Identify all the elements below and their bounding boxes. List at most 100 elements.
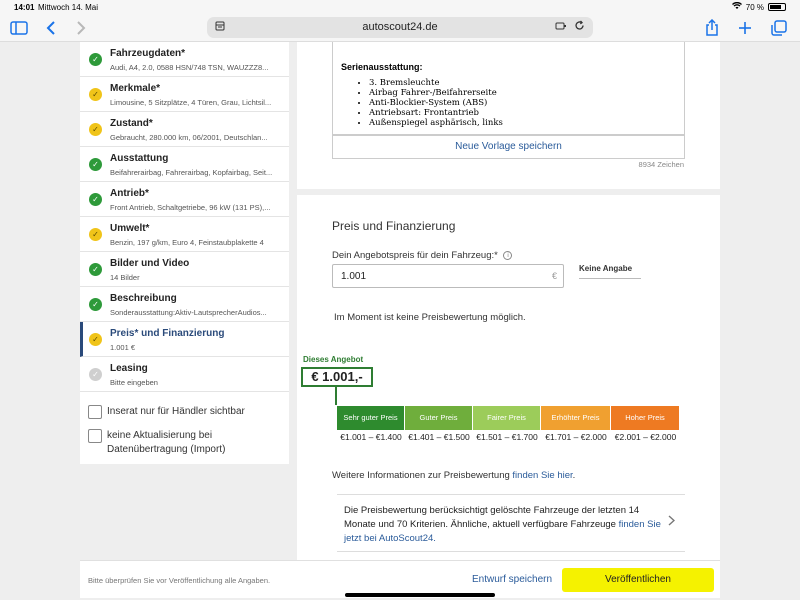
- char-count: 8934 Zeichen: [638, 160, 684, 169]
- check-icon: ✓: [89, 193, 102, 206]
- feature-list: 3. Bremsleuchte Airbag Fahrer-/Beifahrer…: [341, 78, 676, 128]
- price-label: Dein Angebotspreis für dein Fahrzeug:* i: [332, 250, 513, 261]
- rating-note[interactable]: Die Preisbewertung berücksichtigt gelösc…: [337, 494, 685, 552]
- date: Mittwoch 14. Mai: [38, 3, 99, 12]
- step-summary: Audi, A4, 2.0, 0588 HSN/748 TSN, WAUZZZ8…: [110, 63, 269, 72]
- sidebar-icon[interactable]: [10, 18, 28, 38]
- description-editor[interactable]: Serienausstattung: 3. Bremsleuchte Airba…: [332, 42, 685, 135]
- step-summary: Bitte eingeben: [110, 378, 158, 387]
- no-update-option[interactable]: keine Aktualisierung bei Datenübertragun…: [88, 429, 287, 457]
- offer-marker-line: [335, 387, 337, 405]
- price-input[interactable]: 1.001 €: [332, 264, 564, 288]
- step-merkmale[interactable]: ✓ Merkmale* Limousine, 5 Sitzplätze, 4 T…: [80, 77, 289, 112]
- step-title: Bilder und Video: [110, 258, 190, 269]
- step-title: Beschreibung: [110, 293, 177, 304]
- currency-symbol: €: [551, 271, 557, 281]
- clock: 14:01: [14, 3, 35, 12]
- check-icon: ✓: [89, 53, 102, 66]
- rating-note-body: Die Preisbewertung berücksichtigt gelösc…: [344, 505, 640, 530]
- step-summary: Benzin, 197 g/km, Euro 4, Feinstaubplake…: [110, 238, 264, 247]
- reload-icon[interactable]: [574, 20, 585, 34]
- step-summary: Gebraucht, 280.000 km, 06/2001, Deutschl…: [110, 133, 268, 142]
- back-icon[interactable]: [46, 18, 56, 38]
- step-fahrzeugdaten[interactable]: ✓ Fahrzeugdaten* Audi, A4, 2.0, 0588 HSN…: [80, 42, 289, 77]
- step-ausstattung[interactable]: ✓ Ausstattung Beifahrerairbag, Fahrerair…: [80, 147, 289, 182]
- check-icon: ✓: [89, 333, 102, 346]
- check-icon: ✓: [89, 158, 102, 171]
- check-icon: ✓: [89, 228, 102, 241]
- step-bilder-video[interactable]: ✓ Bilder und Video 14 Bilder: [80, 252, 289, 287]
- check-icon: ✓: [89, 88, 102, 101]
- browser-toolbar: autoscout24.de: [0, 14, 800, 42]
- rating-bar: Fairer Preis: [473, 406, 541, 430]
- offer-label: Dieses Angebot: [303, 355, 364, 364]
- wifi-icon: [731, 1, 742, 12]
- step-title: Ausstattung: [110, 153, 169, 164]
- battery-percent: 70 %: [745, 2, 764, 12]
- no-update-checkbox[interactable]: [88, 429, 102, 443]
- step-beschreibung[interactable]: ✓ Beschreibung Sonderausstattung:Aktiv-L…: [80, 287, 289, 322]
- step-navigation: ✓ Fahrzeugdaten* Audi, A4, 2.0, 0588 HSN…: [80, 42, 289, 464]
- dealer-only-label: Inserat nur für Händler sichtbar: [107, 406, 245, 417]
- url-text: autoscout24.de: [362, 21, 438, 33]
- step-title: Umwelt*: [110, 223, 150, 234]
- price-label-text: Dein Angebotspreis für dein Fahrzeug:: [332, 250, 495, 261]
- step-leasing[interactable]: ✓ Leasing Bitte eingeben: [80, 357, 289, 392]
- check-icon: ✓: [89, 368, 102, 381]
- step-title: Preis* und Finanzierung: [110, 328, 225, 339]
- dealer-only-checkbox[interactable]: [88, 405, 102, 419]
- extension-icon[interactable]: [555, 21, 567, 34]
- no-update-label: keine Aktualisierung bei Datenübertragun…: [107, 430, 226, 455]
- check-icon: ✓: [89, 298, 102, 311]
- forward-icon[interactable]: [76, 18, 86, 38]
- info-icon[interactable]: i: [503, 250, 513, 260]
- offer-price-badge: € 1.001,-: [301, 367, 373, 387]
- step-umwelt[interactable]: ✓ Umwelt* Benzin, 197 g/km, Euro 4, Fein…: [80, 217, 289, 252]
- rating-range: €1.001 – €1.400: [340, 432, 402, 442]
- save-template-button[interactable]: Neue Vorlage speichern: [332, 135, 685, 159]
- feature-item: Anti-Blockier-System (ABS): [369, 98, 676, 108]
- no-info-toggle[interactable]: Keine Angabe: [579, 264, 641, 279]
- battery-icon: [768, 3, 786, 11]
- more-info-link[interactable]: finden Sie hier: [512, 470, 572, 481]
- step-zustand[interactable]: ✓ Zustand* Gebraucht, 280.000 km, 06/200…: [80, 112, 289, 147]
- no-rating-message: Im Moment ist keine Preisbewertung mögli…: [334, 312, 526, 323]
- step-summary: 1.001 €: [110, 343, 136, 352]
- step-summary: Front Antrieb, Schaltgetriebe, 96 kW (13…: [110, 203, 271, 212]
- section-title: Preis und Finanzierung: [332, 219, 456, 233]
- rating-bar: Sehr guter Preis: [337, 406, 405, 430]
- section-divider: [297, 189, 720, 195]
- no-info-label: Keine Angabe: [579, 264, 633, 273]
- home-indicator: [345, 593, 495, 597]
- rating-range: €2.001 – €2.000: [614, 432, 677, 442]
- rating-range: €1.501 – €1.700: [476, 432, 538, 442]
- step-title: Zustand*: [110, 118, 153, 129]
- check-icon: ✓: [89, 263, 102, 276]
- required-mark: *: [494, 250, 498, 261]
- rating-bar: Hoher Preis: [611, 406, 680, 430]
- address-bar[interactable]: autoscout24.de: [207, 17, 593, 38]
- price-input-value: 1.001: [341, 271, 367, 282]
- share-icon[interactable]: [705, 18, 719, 38]
- description-header: Serienausstattung:: [341, 62, 423, 72]
- more-info-text: Weitere Informationen zur Preisbewertung…: [332, 470, 575, 481]
- no-info-underline: [579, 278, 641, 279]
- step-antrieb[interactable]: ✓ Antrieb* Front Antrieb, Schaltgetriebe…: [80, 182, 289, 217]
- feature-item: 3. Bremsleuchte: [369, 78, 676, 88]
- rating-bar: Guter Preis: [405, 406, 473, 430]
- feature-item: Außenspiegel asphärisch, links: [369, 118, 676, 128]
- tabs-overview-icon[interactable]: [771, 18, 787, 38]
- dealer-only-option[interactable]: Inserat nur für Händler sichtbar: [88, 405, 287, 419]
- more-info-end: .: [572, 470, 576, 481]
- new-tab-icon[interactable]: [738, 18, 752, 38]
- main-content: Serienausstattung: 3. Bremsleuchte Airba…: [297, 42, 720, 560]
- chevron-right-icon[interactable]: [668, 515, 676, 529]
- rating-bar: Erhöhter Preis: [541, 406, 611, 430]
- step-summary: Beifahrerairbag, Fahrerairbag, Kopfairba…: [110, 168, 273, 177]
- step-preis-finanzierung[interactable]: ✓ Preis* und Finanzierung 1.001 €: [80, 322, 289, 357]
- step-title: Fahrzeugdaten*: [110, 48, 186, 59]
- price-rating-ranges: €1.001 – €1.400 €1.401 – €1.500 €1.501 – €…: [337, 432, 680, 442]
- footer-hint: Bitte überprüfen Sie vor Veröffentlichun…: [88, 576, 271, 585]
- publish-button[interactable]: Veröffentlichen: [562, 568, 714, 592]
- save-draft-button[interactable]: Entwurf speichern: [472, 574, 552, 585]
